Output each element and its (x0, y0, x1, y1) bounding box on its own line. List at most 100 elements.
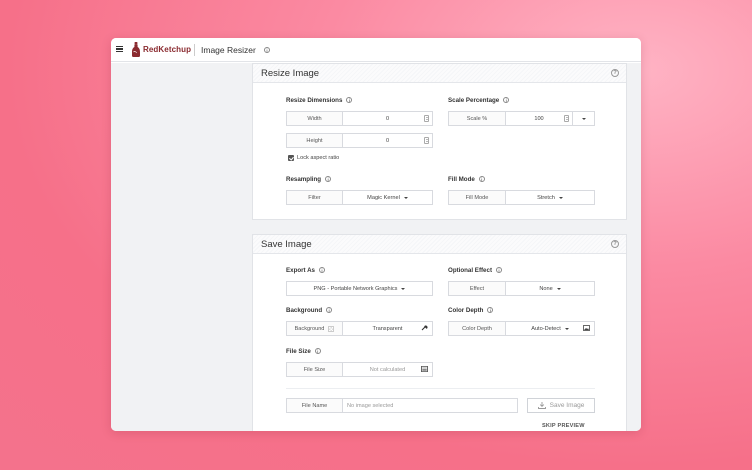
effect-addon: Effect (449, 282, 506, 295)
filter-addon: Filter (287, 191, 343, 204)
color-depth-select[interactable]: Auto-Detect (506, 322, 594, 335)
heading-text: Fill Mode (448, 176, 475, 183)
stepper-icon[interactable] (424, 137, 429, 144)
info-icon[interactable]: i (487, 306, 494, 313)
info-icon[interactable]: i (496, 266, 503, 273)
lock-aspect-label[interactable]: Lock aspect ratio (297, 155, 339, 161)
chevron-down-icon (403, 196, 408, 199)
chevron-down-icon (564, 327, 569, 330)
info-icon[interactable]: i (319, 266, 325, 273)
filter-value: Magic Kernel (367, 194, 400, 201)
menu-icon[interactable] (116, 46, 123, 53)
width-addon: Width (287, 112, 343, 125)
save-image-panel: Save Image ? Export As i PNG - Portable N… (252, 234, 627, 431)
heading-text: File Size (286, 348, 311, 355)
info-icon[interactable]: i (478, 175, 485, 182)
height-input[interactable]: 0 (343, 134, 432, 147)
file-size-addon: File Size (287, 363, 343, 376)
background-field: Background Transparent (286, 321, 433, 336)
background-heading: Background i (286, 306, 333, 314)
file-name-addon: File Name (287, 399, 343, 412)
scale-input[interactable]: 100 (506, 112, 572, 125)
help-icon[interactable]: ? (611, 240, 619, 248)
heading-text: Optional Effect (448, 267, 493, 274)
main-content: Resize Image ? Resize Dimensions i Width … (248, 63, 641, 431)
background-value: Transparent (372, 325, 403, 332)
filter-select[interactable]: Magic Kernel (343, 191, 432, 204)
scale-percentage-field: Scale % 100 (448, 111, 595, 126)
heading-text: Background (286, 307, 323, 314)
top-bar: RedKetchup Image Resizer i (111, 38, 641, 62)
effect-value: None (539, 285, 553, 292)
info-icon[interactable]: i (326, 306, 333, 313)
chevron-down-icon (581, 117, 586, 120)
resampling-heading: Resampling i (286, 175, 332, 183)
file-name-value: No image selected (347, 402, 394, 409)
title-separator (194, 44, 195, 56)
fill-mode-field: Fill Mode Stretch (448, 190, 595, 205)
file-size-field: File Size Not calculated (286, 362, 433, 377)
height-addon: Height (287, 134, 343, 147)
height-value: 0 (385, 137, 390, 144)
scale-addon: Scale % (449, 112, 506, 125)
width-value: 0 (385, 115, 390, 122)
resize-panel-header: Resize Image ? (253, 64, 626, 83)
heading-text: Export As (286, 267, 315, 274)
effect-field: Effect None (448, 281, 595, 296)
skip-preview-link[interactable]: SKIP PREVIEW (542, 423, 585, 429)
file-name-input[interactable]: No image selected (343, 399, 517, 412)
help-icon[interactable]: ? (611, 69, 619, 77)
brand-name[interactable]: RedKetchup (143, 45, 191, 54)
info-icon[interactable]: i (314, 347, 321, 354)
info-icon[interactable]: i (503, 96, 510, 103)
effect-select[interactable]: None (506, 282, 594, 295)
divider (286, 388, 595, 389)
file-name-field: File Name No image selected (286, 398, 518, 413)
fill-mode-value: Stretch (537, 194, 555, 201)
scale-value: 100 (534, 115, 544, 122)
transparent-swatch-icon (328, 325, 335, 332)
ketchup-logo-icon (132, 42, 140, 57)
save-image-button[interactable]: Save Image (527, 398, 595, 413)
chevron-down-icon (558, 196, 563, 199)
lock-aspect-checkbox[interactable] (288, 155, 294, 161)
fill-mode-heading: Fill Mode i (448, 175, 485, 183)
export-format-select[interactable]: PNG - Portable Network Graphics (287, 282, 432, 295)
info-icon[interactable]: i (264, 47, 270, 53)
resize-dimensions-heading: Resize Dimensions i (286, 96, 353, 104)
save-image-label: Save Image (549, 402, 585, 409)
resampling-filter-field: Filter Magic Kernel (286, 190, 433, 205)
heading-text: Scale Percentage (448, 97, 500, 104)
heading-text: Resampling (286, 176, 322, 183)
info-icon[interactable]: i (325, 175, 332, 182)
image-icon[interactable] (583, 325, 590, 331)
width-input[interactable]: 0 (343, 112, 432, 125)
app-window: RedKetchup Image Resizer i Resize Image … (111, 38, 641, 431)
panel-title: Resize Image (261, 68, 320, 79)
color-depth-field: Color Depth Auto-Detect (448, 321, 595, 336)
chevron-down-icon (556, 287, 561, 290)
optional-effect-heading: Optional Effect i (448, 266, 503, 274)
fill-mode-select[interactable]: Stretch (506, 191, 594, 204)
scale-dropdown-button[interactable] (572, 112, 594, 125)
background-addon-label: Background (294, 325, 325, 332)
background-value-field[interactable]: Transparent (343, 322, 432, 335)
export-format-field: PNG - Portable Network Graphics (286, 281, 433, 296)
color-depth-addon: Color Depth (449, 322, 506, 335)
eyedropper-icon[interactable] (421, 325, 428, 331)
app-title: Image Resizer (201, 45, 256, 55)
export-format-value: PNG - Portable Network Graphics (313, 285, 398, 292)
stepper-icon[interactable] (424, 115, 429, 122)
heading-text: Color Depth (448, 307, 484, 314)
stepper-icon[interactable] (564, 115, 569, 122)
info-icon[interactable]: i (346, 96, 353, 103)
heading-text: Resize Dimensions (286, 97, 343, 104)
chevron-down-icon (401, 287, 406, 290)
sidebar (111, 63, 248, 431)
download-icon (537, 402, 546, 409)
file-size-heading: File Size i (286, 347, 321, 355)
save-panel-header: Save Image ? (253, 235, 626, 254)
calculator-icon[interactable] (421, 366, 428, 372)
panel-title: Save Image (261, 239, 312, 250)
color-depth-heading: Color Depth i (448, 306, 494, 314)
